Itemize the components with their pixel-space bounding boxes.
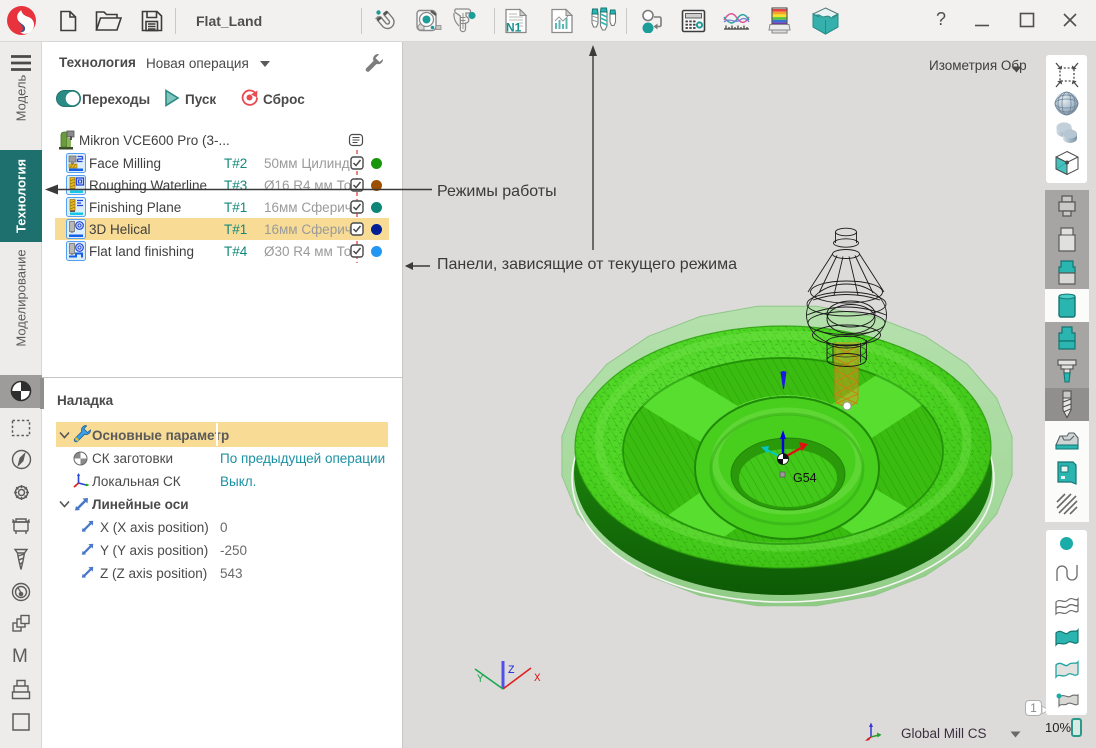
svg-text:G54: G54 — [793, 471, 817, 485]
svg-text:Y: Y — [477, 674, 484, 686]
svg-text:X: X — [534, 673, 541, 685]
svg-text:N1: N1 — [506, 21, 522, 35]
svg-text:Z: Z — [508, 665, 515, 677]
